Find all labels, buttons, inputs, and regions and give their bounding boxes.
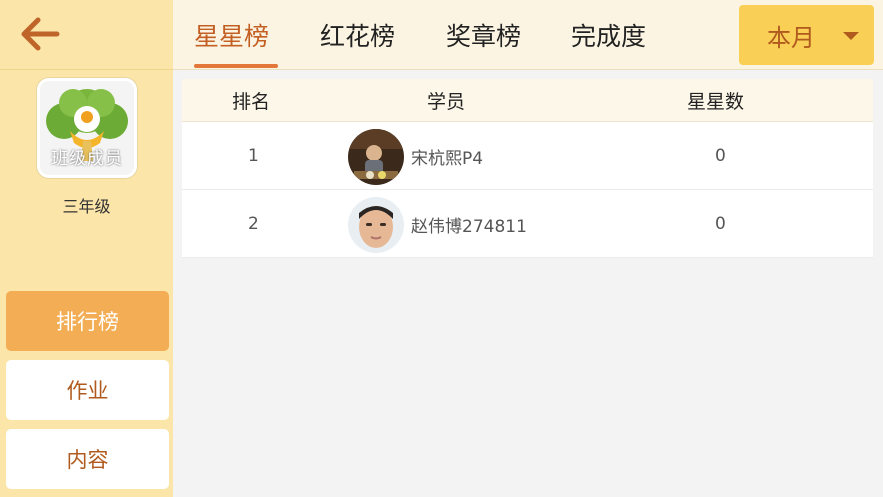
student-name: 宋杭熙P4 bbox=[411, 148, 484, 169]
class-logo-text: 班级成员 bbox=[51, 149, 123, 169]
tab-medal-ranking[interactable]: 奖章榜 bbox=[446, 0, 521, 70]
menu-item-content[interactable]: 内容 bbox=[6, 429, 169, 489]
stars-cell: 0 bbox=[715, 146, 726, 166]
header-rank: 排名 bbox=[232, 91, 271, 113]
active-tab-indicator bbox=[194, 64, 278, 68]
rank-cell: 2 bbox=[248, 214, 259, 234]
back-button[interactable] bbox=[18, 14, 62, 54]
table-row[interactable]: 2 赵伟博274811 0 bbox=[182, 190, 873, 258]
caret-down-icon bbox=[843, 32, 859, 40]
sidebar: 班级成员 三年级 排行榜 作业 内容 bbox=[0, 0, 173, 497]
sidebar-header bbox=[0, 0, 173, 70]
tab-red-flower-ranking[interactable]: 红花榜 bbox=[320, 0, 395, 70]
avatar bbox=[348, 129, 404, 185]
tab-star-ranking[interactable]: 星星榜 bbox=[194, 0, 269, 70]
stars-cell: 0 bbox=[715, 214, 726, 234]
student-name: 赵伟博274811 bbox=[411, 216, 527, 237]
period-dropdown[interactable]: 本月 bbox=[739, 5, 874, 65]
class-logo: 班级成员 bbox=[37, 78, 137, 178]
avatar bbox=[348, 197, 404, 253]
arrow-left-icon bbox=[21, 17, 60, 51]
ranking-table: 排名 学员 星星数 1 宋杭熙P4 0 2 赵伟博274811 0 bbox=[182, 79, 873, 258]
menu-item-homework[interactable]: 作业 bbox=[6, 360, 169, 420]
period-selected: 本月 bbox=[767, 23, 815, 52]
header-student: 学员 bbox=[427, 91, 466, 113]
header-stars: 星星数 bbox=[687, 91, 745, 113]
table-header: 排名 学员 星星数 bbox=[182, 79, 873, 122]
tab-completion[interactable]: 完成度 bbox=[571, 0, 646, 70]
grade-label: 三年级 bbox=[62, 197, 111, 216]
rank-cell: 1 bbox=[248, 146, 259, 166]
menu-item-ranking[interactable]: 排行榜 bbox=[6, 291, 169, 351]
table-row[interactable]: 1 宋杭熙P4 0 bbox=[182, 122, 873, 190]
